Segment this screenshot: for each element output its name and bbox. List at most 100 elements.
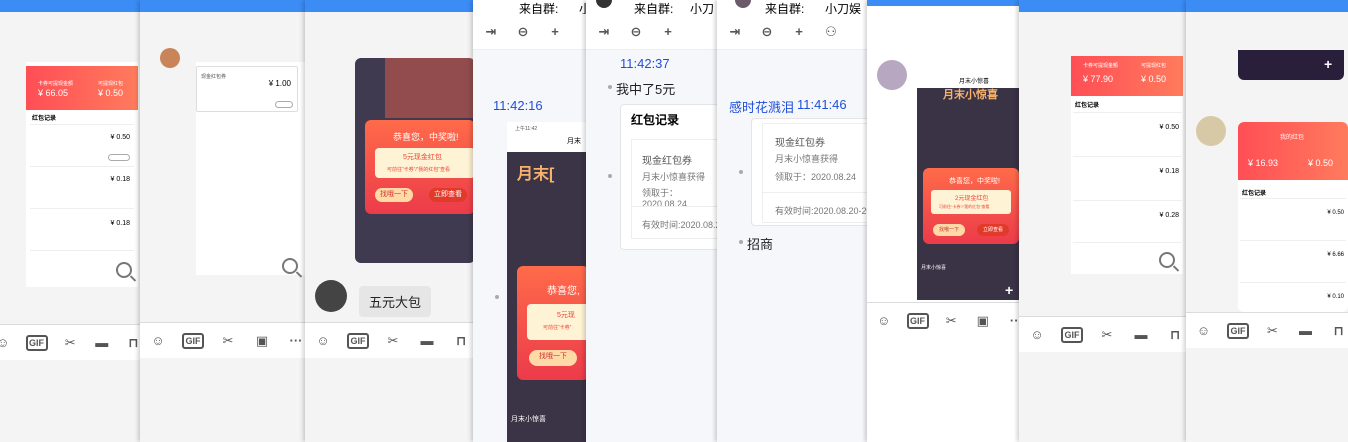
- chat-panel-3: 恭喜您，中奖啦! 5元现金红包 可前往“卡券”/“我的红包”查看 找哦一下 立即…: [305, 0, 475, 442]
- emoji-icon[interactable]: ⊖: [757, 22, 777, 42]
- screenshot-image[interactable]: 上午11:42 月末 月末[ 恭喜您, 5元现 可前往“卡券” 找哦一下 月末小…: [507, 122, 589, 442]
- input-toolbar: ☺ GIF ✂ ▬ ⊓: [1186, 312, 1348, 348]
- input-toolbar: ☺ GIF ✂ ▣ ···: [140, 322, 308, 358]
- red-packet-label: 可提现红包: [98, 81, 124, 87]
- emoji-icon[interactable]: ☺: [0, 333, 12, 353]
- look-button[interactable]: 找哦一下: [529, 350, 577, 366]
- chat-panel-7: 月末小惊喜 月末小惊喜 恭喜您，中奖啦! 2元现金红包 可前往“卡券”/“我的红…: [867, 0, 1023, 442]
- emoji-icon[interactable]: ☺: [1027, 325, 1047, 345]
- add-user-icon[interactable]: +: [789, 22, 809, 42]
- avatar[interactable]: [877, 60, 907, 90]
- folder-icon[interactable]: ▬: [93, 333, 111, 353]
- title-bar: [305, 0, 475, 12]
- record-section-title: 红包记录: [1075, 103, 1100, 109]
- zoom-icon[interactable]: [1159, 252, 1175, 268]
- gif-icon[interactable]: GIF: [182, 332, 204, 349]
- look-button[interactable]: 找哦一下: [375, 188, 413, 202]
- plus-icon[interactable]: +: [1005, 282, 1013, 298]
- zoom-icon[interactable]: [116, 262, 132, 278]
- avatar[interactable]: [315, 280, 347, 312]
- scissors-icon[interactable]: ✂: [218, 331, 238, 351]
- avatar[interactable]: [160, 48, 180, 68]
- prize-text: 2元现金红包: [955, 196, 989, 202]
- banner-text: 月末小惊喜: [943, 89, 998, 101]
- record-section-title: 红包记录: [32, 116, 57, 122]
- avatar[interactable]: [1196, 116, 1226, 146]
- share-icon[interactable]: ⊓: [1165, 325, 1185, 345]
- folder-icon[interactable]: ▬: [1296, 321, 1315, 341]
- balance-amount: ¥ 77.90: [1083, 74, 1114, 84]
- record-value-1: ¥ 0.50: [1327, 210, 1344, 216]
- share-icon[interactable]: ⇥: [594, 22, 614, 42]
- plus-icon[interactable]: +: [1324, 56, 1332, 72]
- message-text[interactable]: 我中了5元: [616, 79, 675, 98]
- emoji-icon[interactable]: ⊖: [626, 22, 646, 42]
- emoji-icon[interactable]: ☺: [148, 331, 168, 351]
- emoji-icon[interactable]: ☺: [875, 311, 893, 331]
- status-time: 上午11:42: [515, 126, 538, 132]
- screenshot-image[interactable]: 卡券可提现金额 可提现红包 ¥ 66.05 ¥ 0.50 红包记录 ¥ 0.50…: [26, 62, 138, 287]
- message-time: 11:41:46: [797, 97, 847, 112]
- image-icon[interactable]: ▣: [252, 331, 272, 351]
- prize-text: 5元现: [557, 312, 575, 319]
- gif-icon[interactable]: GIF: [347, 332, 369, 349]
- red-packet-amount: ¥ 0.50: [98, 88, 124, 98]
- balance-label: 卡券可提现金额: [1083, 63, 1119, 69]
- coupon-source: 月末小惊喜获得: [775, 154, 839, 164]
- screenshot-image[interactable]: 我的红包 ¥ 16.93 ¥ 0.50 红包记录 ¥ 0.50 ¥ 6.66 ¥…: [1238, 122, 1348, 312]
- message-text[interactable]: 招商: [747, 234, 773, 253]
- screenshot-image[interactable]: 恭喜您，中奖啦! 5元现金红包 可前往“卡券”/“我的红包”查看 找哦一下 立即…: [355, 58, 475, 263]
- gif-icon[interactable]: GIF: [25, 334, 48, 351]
- record-card[interactable]: 现金红包券 月末小惊喜获得 领取于：2020.08.24 有效时间:2020.0…: [751, 118, 871, 226]
- message-bubble[interactable]: 五元大包: [359, 286, 432, 317]
- image-icon[interactable]: ▣: [974, 311, 992, 331]
- share-icon[interactable]: ⊓: [451, 331, 471, 351]
- balance-label: 卡券可提现金额: [38, 81, 74, 87]
- screenshot-image[interactable]: 月末小惊喜 月末小惊喜 恭喜您，中奖啦! 2元现金红包 可前往“卡券”/“我的红…: [917, 64, 1023, 300]
- gif-icon[interactable]: GIF: [906, 312, 929, 329]
- footer-title: 月末小惊喜: [511, 416, 546, 423]
- balance-amount: ¥ 66.05: [38, 88, 69, 98]
- group-icon[interactable]: ⚇: [821, 22, 841, 42]
- screenshot-image[interactable]: 卡券可提现金额 可提现红包 ¥ 77.90 ¥ 0.50 红包记录 ¥ 0.50…: [1071, 56, 1183, 274]
- balance-header: 卡券可提现金额 可提现红包 ¥ 66.05 ¥ 0.50: [26, 66, 138, 110]
- message-time: 11:42:16: [493, 98, 543, 113]
- scissors-icon[interactable]: ✂: [943, 311, 961, 331]
- share-icon[interactable]: ⇥: [481, 22, 501, 42]
- prev-image[interactable]: +: [1238, 50, 1344, 80]
- prize-text: 5元现金红包: [403, 154, 442, 161]
- red-packet-label: 可提现红包: [1141, 63, 1167, 69]
- folder-icon[interactable]: ▬: [417, 331, 437, 351]
- more-icon[interactable]: ···: [286, 331, 306, 351]
- add-user-icon[interactable]: +: [545, 22, 565, 42]
- add-user-icon[interactable]: +: [658, 22, 678, 42]
- folder-icon[interactable]: ▬: [1131, 325, 1151, 345]
- scissors-icon[interactable]: ✂: [1263, 321, 1282, 341]
- look-button[interactable]: 找哦一下: [933, 224, 965, 236]
- card-title: 红包记录: [631, 113, 680, 127]
- record-section-title: 红包记录: [1242, 191, 1267, 197]
- message-time: 11:42:37: [620, 56, 670, 71]
- view-now-button[interactable]: 立即查看: [977, 224, 1009, 236]
- emoji-icon[interactable]: ⊖: [513, 22, 533, 42]
- share-icon[interactable]: ⇥: [725, 22, 745, 42]
- screenshot-image[interactable]: 现金红包券 ¥ 1.00: [196, 62, 308, 275]
- gif-icon[interactable]: GIF: [1227, 322, 1249, 339]
- gif-icon[interactable]: GIF: [1061, 326, 1083, 343]
- footer-title: 月末小惊喜: [921, 265, 947, 271]
- emoji-icon[interactable]: ☺: [1194, 321, 1213, 341]
- view-now-button[interactable]: 立即查看: [429, 188, 467, 202]
- scissors-icon[interactable]: ✂: [62, 333, 80, 353]
- emoji-icon[interactable]: ☺: [313, 331, 333, 351]
- coupon-validity: 有效时间:2020.08.20-20: [775, 206, 871, 216]
- zoom-icon[interactable]: [282, 258, 298, 274]
- scissors-icon[interactable]: ✂: [383, 331, 403, 351]
- record-card[interactable]: 红包记录 现金红包券 月末小惊喜获得 领取于：2020.08.24 有效时间:2…: [620, 104, 720, 250]
- coupon-title: 现金红包券: [775, 138, 825, 149]
- record-value-3: ¥ 0.18: [110, 220, 130, 227]
- share-icon[interactable]: ⊓: [1329, 321, 1348, 341]
- balance-header: 卡券可提现金额 可提现红包 ¥ 77.90 ¥ 0.50: [1071, 56, 1183, 96]
- scissors-icon[interactable]: ✂: [1097, 325, 1117, 345]
- record-value-2: ¥ 0.18: [1159, 168, 1179, 175]
- header-toolbar: ⇥ ⊖ + ⚇: [717, 14, 871, 50]
